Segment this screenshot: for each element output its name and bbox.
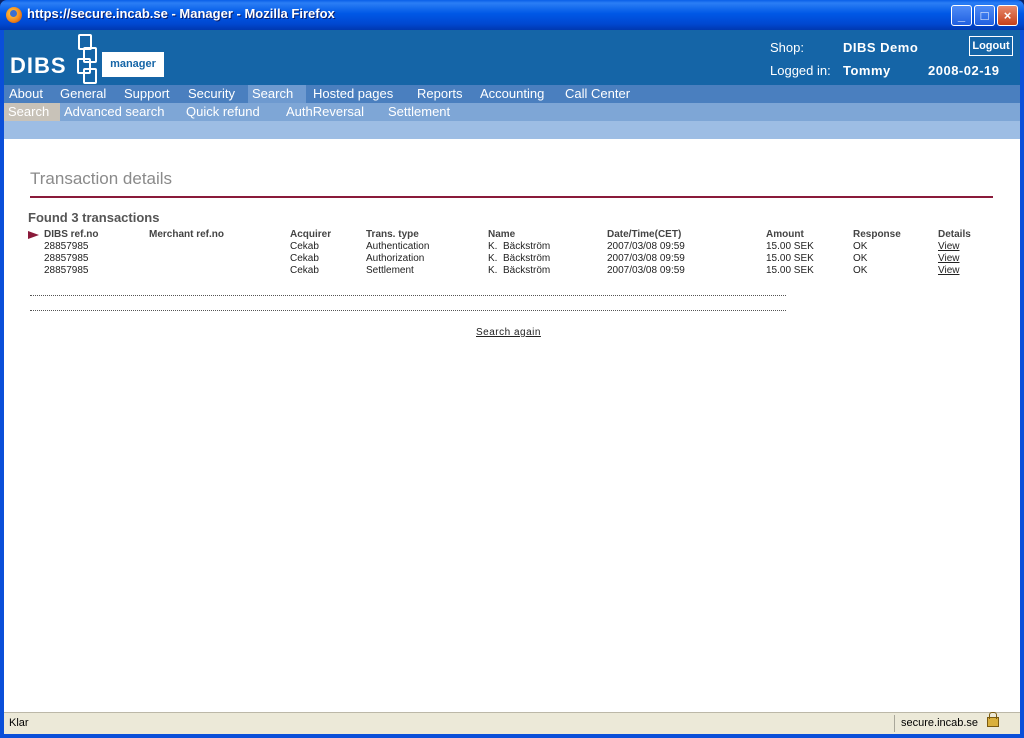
col-header-datetime[interactable]: Date/Time(CET)	[607, 229, 681, 240]
view-link[interactable]: View	[938, 265, 960, 276]
browser-window: https://secure.incab.se - Manager - Mozi…	[0, 0, 1024, 738]
nav-hosted-pages[interactable]: Hosted pages	[309, 85, 397, 103]
user-name: Tommy	[843, 63, 891, 78]
subnav-advanced-search[interactable]: Advanced search	[60, 103, 168, 121]
cell-trans-type: Authentication	[366, 241, 430, 252]
cell-acquirer: Cekab	[290, 241, 319, 252]
cell-response: OK	[853, 253, 868, 264]
page-title: Transaction details	[30, 169, 173, 188]
results-count: Found 3 transactions	[28, 210, 160, 225]
logged-in-label: Logged in:	[770, 63, 831, 78]
maximize-button[interactable]: □	[974, 5, 995, 26]
col-header-trans-type[interactable]: Trans. type	[366, 229, 419, 240]
cell-amount: 15.00 SEK	[766, 241, 814, 252]
title-divider	[30, 196, 993, 198]
col-header-acquirer[interactable]: Acquirer	[290, 229, 331, 240]
nav-general[interactable]: General	[56, 85, 110, 103]
shop-value: DIBS Demo	[843, 40, 919, 55]
nav-call-center[interactable]: Call Center	[561, 85, 634, 103]
firefox-icon	[6, 7, 22, 23]
shop-label: Shop:	[770, 40, 804, 55]
cell-response: OK	[853, 241, 868, 252]
page-content: DIBS manager Shop: DIBS Demo Logged in: …	[4, 30, 1020, 712]
sub-nav: Search Advanced search Quick refund Auth…	[4, 103, 1020, 121]
window-frame-right	[1020, 30, 1024, 738]
nav-accounting[interactable]: Accounting	[476, 85, 548, 103]
chain-logo-icon	[75, 34, 97, 84]
dibs-logo[interactable]: DIBS	[10, 53, 67, 79]
nav-spacer-bar	[4, 121, 1020, 139]
cell-dibs-ref: 28857985	[44, 241, 89, 252]
cell-name: K. Bäckström	[488, 241, 551, 252]
view-link[interactable]: View	[938, 241, 960, 252]
nav-security[interactable]: Security	[184, 85, 239, 103]
col-header-response[interactable]: Response	[853, 229, 901, 240]
view-link-text[interactable]: View	[938, 241, 960, 252]
lock-icon[interactable]	[987, 712, 999, 727]
dotted-separator	[30, 295, 786, 296]
window-frame-bottom	[0, 734, 1024, 738]
cell-acquirer: Cekab	[290, 265, 319, 276]
cell-datetime: 2007/03/08 09:59	[607, 241, 685, 252]
search-again-link[interactable]: Search again	[476, 327, 541, 338]
manager-badge: manager	[102, 52, 164, 77]
col-header-merchant-ref[interactable]: Merchant ref.no	[149, 229, 224, 240]
close-button[interactable]: ×	[997, 5, 1018, 26]
current-date: 2008-02-19	[928, 63, 1000, 78]
main-nav: About General Support Security Search Ho…	[4, 85, 1020, 103]
cell-name: K. Bäckström	[488, 265, 551, 276]
cell-dibs-ref: 28857985	[44, 253, 89, 264]
subnav-quick-refund[interactable]: Quick refund	[182, 103, 264, 121]
status-bar: Klar secure.incab.se	[4, 712, 1020, 734]
dotted-separator	[30, 310, 786, 311]
view-link-text[interactable]: View	[938, 253, 960, 264]
logout-button[interactable]: Logout	[969, 36, 1013, 56]
col-header-name[interactable]: Name	[488, 229, 515, 240]
col-header-details: Details	[938, 229, 971, 240]
cell-trans-type: Settlement	[366, 265, 414, 276]
cell-datetime: 2007/03/08 09:59	[607, 265, 685, 276]
site-header: DIBS manager Shop: DIBS Demo Logged in: …	[4, 30, 1020, 85]
view-link[interactable]: View	[938, 253, 960, 264]
col-header-amount[interactable]: Amount	[766, 229, 804, 240]
nav-reports[interactable]: Reports	[413, 85, 467, 103]
cell-name: K. Bäckström	[488, 253, 551, 264]
subnav-settlement[interactable]: Settlement	[384, 103, 454, 121]
sort-indicator-icon	[28, 231, 39, 239]
cell-trans-type: Authorization	[366, 253, 425, 264]
cell-amount: 15.00 SEK	[766, 265, 814, 276]
nav-search[interactable]: Search	[248, 85, 306, 103]
subnav-authreversal[interactable]: AuthReversal	[282, 103, 368, 121]
window-title: https://secure.incab.se - Manager - Mozi…	[27, 6, 335, 21]
subnav-search[interactable]: Search	[4, 103, 60, 121]
cell-dibs-ref: 28857985	[44, 265, 89, 276]
nav-support[interactable]: Support	[120, 85, 174, 103]
status-host: secure.incab.se	[894, 715, 978, 732]
cell-acquirer: Cekab	[290, 253, 319, 264]
cell-response: OK	[853, 265, 868, 276]
status-text: Klar	[9, 717, 29, 729]
col-header-dibs-ref[interactable]: DIBS ref.no	[44, 229, 98, 240]
title-bar[interactable]: https://secure.incab.se - Manager - Mozi…	[0, 0, 1024, 30]
minimize-button[interactable]: _	[951, 5, 972, 26]
cell-datetime: 2007/03/08 09:59	[607, 253, 685, 264]
cell-amount: 15.00 SEK	[766, 253, 814, 264]
view-link-text[interactable]: View	[938, 265, 960, 276]
nav-about[interactable]: About	[5, 85, 47, 103]
